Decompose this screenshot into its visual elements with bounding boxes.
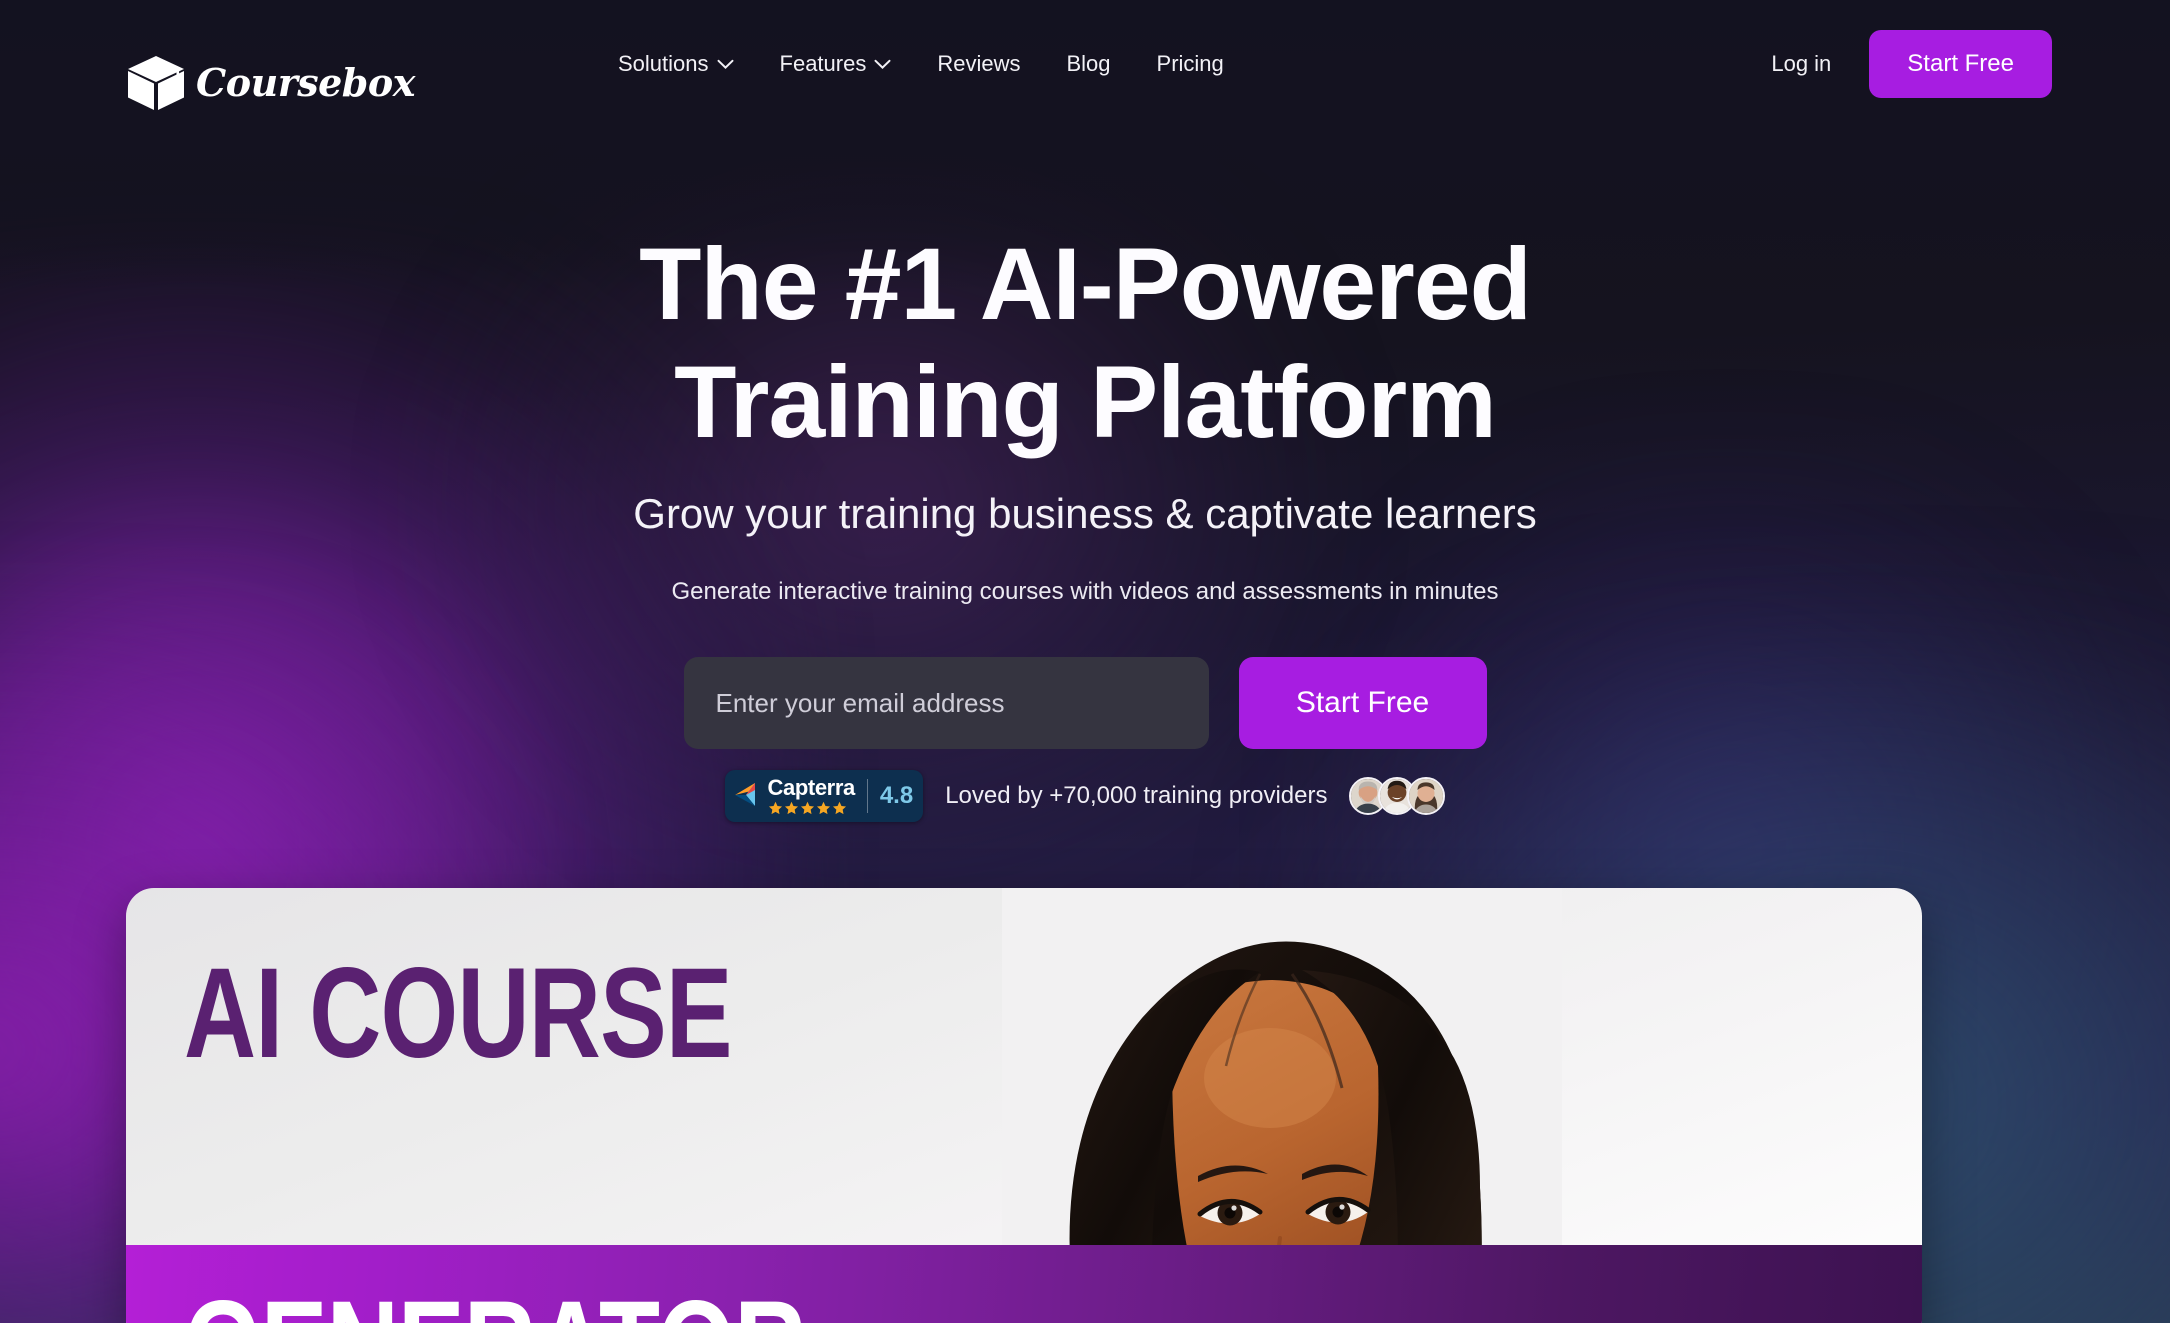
star-icon [832, 801, 846, 815]
email-input[interactable] [683, 657, 1209, 749]
signup-form: Start Free [0, 657, 2170, 749]
star-icon [800, 801, 814, 815]
avatar-group [1349, 777, 1446, 815]
header-start-free-button[interactable]: Start Free [1869, 30, 2052, 98]
avatar-woman [1407, 777, 1446, 815]
chevron-down-icon [717, 59, 734, 70]
nav-item-features[interactable]: Features [780, 51, 892, 77]
page-title: The #1 AI-Powered Training Platform [0, 225, 2170, 462]
hero-card-band: GENERATOR [126, 1245, 1922, 1323]
nav-item-pricing[interactable]: Pricing [1157, 51, 1224, 77]
capterra-logo-icon [733, 781, 763, 812]
headline-line-2: Training Platform [674, 345, 1497, 460]
chevron-down-icon [874, 59, 891, 70]
site-header: Coursebox Solutions Features Reviews Blo… [0, 0, 2170, 128]
social-proof-row: Capterra 4.8 Loved by +70,000 training p… [0, 770, 2170, 822]
nav-item-solutions[interactable]: Solutions [618, 51, 734, 77]
hero-card-title: AI COURSE [184, 942, 732, 1085]
capterra-star-rating [768, 801, 847, 815]
nav-item-blog[interactable]: Blog [1066, 51, 1110, 77]
headline-line-1: The #1 AI-Powered [639, 227, 1532, 341]
hero-subcopy: Generate interactive training courses wi… [671, 578, 1499, 605]
capterra-brand-label: Capterra [767, 775, 856, 800]
loved-by-text: Loved by +70,000 training providers [945, 782, 1328, 809]
login-link[interactable]: Log in [1757, 43, 1845, 85]
logo-text: Coursebox [196, 60, 415, 105]
nav-label: Solutions [618, 51, 709, 76]
nav-label: Pricing [1156, 51, 1224, 76]
hero-promo-card[interactable]: AI COURSE [126, 888, 1922, 1323]
page-root: Coursebox Solutions Features Reviews Blo… [0, 0, 2170, 1323]
hero-start-free-button[interactable]: Start Free [1238, 657, 1487, 749]
nav-label: Blog [1066, 51, 1111, 76]
header-actions: Log in Start Free [1757, 0, 2052, 128]
nav-label: Features [779, 51, 867, 76]
hero-subheadline: Grow your training business & captivate … [633, 490, 1537, 537]
capterra-rating-badge[interactable]: Capterra 4.8 [724, 770, 924, 822]
star-icon [816, 801, 830, 815]
nav-item-reviews[interactable]: Reviews [937, 51, 1020, 77]
star-icon [784, 801, 798, 815]
nav-label: Reviews [937, 51, 1021, 76]
hero-card-subtitle: GENERATOR [184, 1283, 806, 1323]
star-icon [768, 801, 782, 815]
graduation-cap-box-icon [126, 54, 186, 112]
capterra-score: 4.8 [879, 782, 914, 809]
main-navigation: Solutions Features Reviews Blog Pricing [618, 0, 1224, 128]
logo-link[interactable]: Coursebox [126, 54, 415, 112]
divider [866, 779, 868, 813]
